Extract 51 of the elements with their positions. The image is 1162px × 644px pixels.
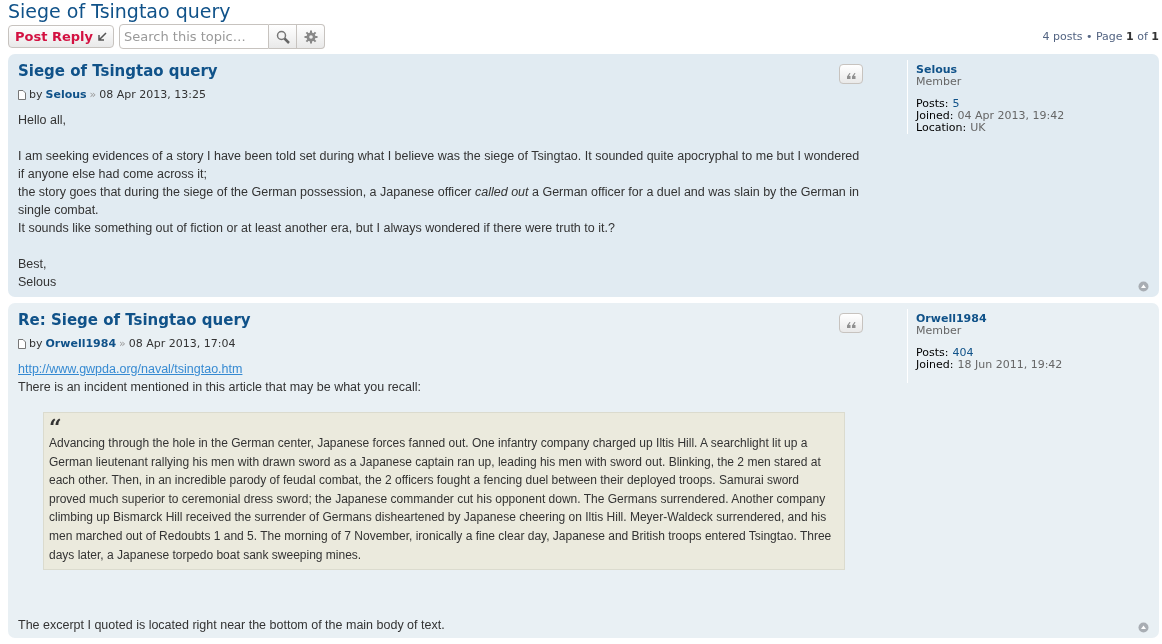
user-rank: Member — [916, 325, 963, 337]
search-icon — [275, 29, 290, 44]
arrow-icon — [97, 31, 107, 42]
profile-name[interactable]: Orwell1984 — [916, 313, 987, 325]
post-reply-button[interactable]: Post Reply — [8, 25, 114, 48]
pagination-info: 4 posts • Page 1 of 1 — [1042, 30, 1159, 43]
post-text: the story goes that during the siege of the German possession, a Japanese officer called out a German officer for a duel and was slain by the German in single combat. — [18, 184, 860, 219]
search-button[interactable] — [269, 24, 297, 49]
quote-icon — [846, 73, 856, 79]
settings-button[interactable] — [297, 24, 325, 49]
topic-title: Siege of Tsingtao query — [8, 0, 232, 22]
separator: » — [119, 337, 126, 350]
post-title: Re: Siege of Tsingtao query — [18, 311, 251, 329]
quote-text: Advancing through the hole in the German center, Japanese forces fanned out. One infantry company charged up Iltis Hill. A searchlight lit up a German lieutenant rallying his men with drawn sword as a Japanese captain ran up, leading his men with sword out. Blinking, the 2 men stared at each other. Then, in an incredible parody of feudal combat, the 2 officers fought a fencing duel between their deployed troops. Samurai sword proved much superior to ceremonial dress sword; the Japanese commander cut his opponent down. The Germans surrendered. Another company climbing up Bismarck Hill received the surrender of Germans disheartened by Japanese cheering on Iltis Hill. Meyer-Waldeck surrendered, and his men marched out of Redoubts 1 and 5. The morning of 7 November, ironically a fine clear day, Japanese and British troops entered Tsingtao. Three days later, a Japanese torpedo boat sank sweeping mines. — [49, 435, 833, 564]
post-text: Selous — [18, 274, 58, 291]
profile-name[interactable]: Selous — [916, 64, 958, 76]
post-text: I am seeking evidences of a story I have been told set during what I believe was the siege of Tsingtao. It sounded quite apocryphal to me but I wondered if anyone else had come across it; — [18, 148, 861, 183]
post-icon — [18, 89, 26, 100]
field-label: Joined: — [916, 110, 954, 122]
quote-mark: “ — [49, 418, 62, 434]
post-text: The excerpt I quoted is located right near the bottom of the main body of text. — [18, 617, 446, 635]
field-label: Posts: — [916, 98, 949, 110]
field-label: Joined: — [916, 359, 954, 371]
by-label: by — [29, 337, 43, 350]
field-label: Location: — [916, 122, 967, 134]
post-text: Best, — [18, 256, 48, 273]
quote-button[interactable] — [839, 313, 863, 333]
author-link[interactable]: Orwell1984 — [45, 337, 117, 350]
quote-icon — [846, 322, 856, 328]
field-label: Posts: — [916, 347, 949, 359]
post-date: 08 Apr 2013, 17:04 — [128, 337, 236, 350]
post-title: Siege of Tsingtao query — [18, 62, 218, 80]
search-field[interactable]: Search this topic… — [119, 24, 269, 49]
separator: » — [89, 88, 97, 101]
field-value: UK — [970, 122, 986, 134]
by-label: by — [29, 88, 43, 101]
post-text: There is an incident mentioned in this article that may be what you recall: — [18, 379, 422, 396]
field-value: 04 Apr 2013, 19:42 — [957, 110, 1065, 122]
post-icon — [18, 338, 26, 349]
user-rank: Member — [916, 76, 963, 88]
field-value[interactable]: 5 — [952, 98, 960, 110]
field-value[interactable]: 404 — [952, 347, 974, 359]
quote-button[interactable] — [839, 64, 863, 84]
back-to-top-icon[interactable] — [1138, 281, 1149, 292]
field-value: 18 Jun 2011, 19:42 — [957, 359, 1063, 371]
gear-icon — [303, 29, 318, 44]
back-to-top-icon[interactable] — [1138, 622, 1149, 634]
author-link[interactable]: Selous — [45, 88, 87, 101]
post-date: 08 Apr 2013, 13:25 — [99, 88, 207, 101]
post-text: Hello all, — [18, 112, 67, 129]
post-text: It sounds like something out of fiction or at least another era, but I always wondered if there were truth to it.? — [18, 220, 616, 237]
